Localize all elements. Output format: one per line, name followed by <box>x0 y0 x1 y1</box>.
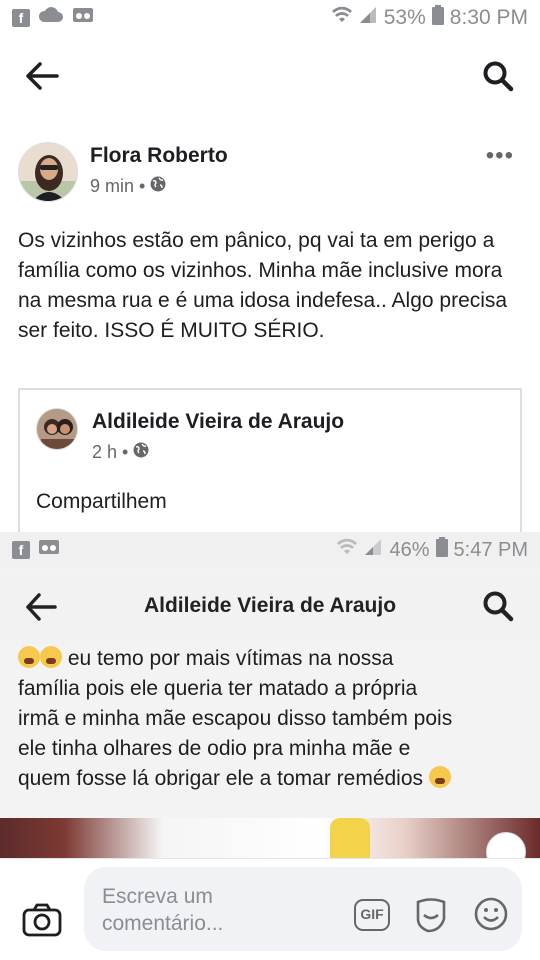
search-button[interactable] <box>476 56 520 96</box>
message-text: quem fosse lá obrigar ele a tomar remédi… <box>18 767 424 790</box>
battery-percent: 53% <box>383 6 426 29</box>
post-header: Flora Roberto 9 min • ••• <box>18 142 522 206</box>
facebook-notification-icon: f <box>12 9 30 27</box>
facebook-notification-icon: f <box>12 541 30 559</box>
message-line-5: quem fosse lá obrigar ele a tomar remédi… <box>18 764 526 794</box>
search-icon <box>482 590 514 627</box>
placeholder-line-2: comentário... <box>102 912 224 935</box>
comment-input[interactable]: Escreva um comentário... GIF <box>84 867 522 951</box>
embedded-message: eu temo por mais vítimas na nossa famíli… <box>18 638 526 816</box>
crying-emoji-icon <box>428 766 451 788</box>
crying-emoji-icon <box>40 646 62 668</box>
shared-author-avatar[interactable] <box>36 408 78 450</box>
embedded-status-bar: f 46% 5:47 PM <box>0 532 540 568</box>
globe-icon <box>133 442 149 463</box>
signal-icon <box>358 6 378 30</box>
wifi-icon <box>331 6 352 30</box>
meta-separator: • <box>122 442 129 462</box>
globe-icon <box>150 176 166 197</box>
post-options-button[interactable]: ••• <box>486 142 514 170</box>
message-line-3: irmã e minha mãe escapou disso também po… <box>18 707 453 730</box>
top-app-bar <box>0 40 540 112</box>
camera-icon[interactable] <box>22 903 62 942</box>
meta-separator: • <box>139 176 146 196</box>
embedded-profile-title: Aldileide Vieira de Araujo <box>143 594 397 617</box>
shared-post-time[interactable]: 2 h <box>92 442 117 463</box>
back-button[interactable] <box>20 56 64 96</box>
battery-icon <box>431 5 444 31</box>
gif-button[interactable]: GIF <box>354 899 390 931</box>
message-line-1: eu temo por mais vítimas na nossa <box>18 644 526 674</box>
embedded-photo <box>0 818 540 858</box>
crying-emoji-icon <box>18 646 40 668</box>
back-arrow-icon <box>26 62 59 90</box>
embedded-battery-percent: 46% <box>389 538 430 561</box>
comment-placeholder: Escreva um comentário... <box>102 883 302 937</box>
cloud-icon <box>38 6 64 30</box>
author-avatar[interactable] <box>18 142 78 202</box>
cartoon-sticker <box>330 818 370 858</box>
shared-post-text: Compartilhem <box>36 490 167 513</box>
voicemail-icon <box>72 6 94 30</box>
comment-composer: Escreva um comentário... GIF <box>0 858 540 960</box>
post-author-name[interactable]: Flora Roberto <box>90 144 228 168</box>
search-icon <box>483 61 514 92</box>
shared-post-card[interactable]: Aldileide Vieira de Araujo 2 h • Compart… <box>18 388 522 538</box>
message-line-2: família pois ele queria ter matado a pró… <box>18 677 418 700</box>
post-time[interactable]: 9 min <box>90 176 134 197</box>
placeholder-line-1: Escreva um <box>102 885 213 908</box>
signal-icon <box>363 538 383 562</box>
sticker-icon[interactable] <box>414 897 448 938</box>
message-text: eu temo por mais vítimas na nossa <box>67 647 394 670</box>
shared-author-name[interactable]: Aldileide Vieira de Araujo <box>92 410 344 434</box>
wifi-icon <box>337 538 358 562</box>
shared-post-meta: 2 h • <box>92 442 149 463</box>
embedded-app-bar: Aldileide Vieira de Araujo <box>0 572 540 644</box>
emoji-icon[interactable] <box>474 897 508 936</box>
battery-icon <box>435 537 448 563</box>
embedded-clock: 5:47 PM <box>453 538 528 561</box>
post-meta: 9 min • <box>90 176 166 197</box>
message-line-4: ele tinha olhares de odio pra minha mãe … <box>18 737 411 760</box>
clock: 8:30 PM <box>449 6 528 29</box>
post-text: Os vizinhos estão em pânico, pq vai ta e… <box>18 229 508 342</box>
status-bar: f 53% 8:30 PM <box>0 0 540 36</box>
shared-post-image[interactable]: f 46% 5:47 PM Aldileide Vieira de Araujo <box>0 532 540 858</box>
voicemail-icon <box>38 538 60 562</box>
